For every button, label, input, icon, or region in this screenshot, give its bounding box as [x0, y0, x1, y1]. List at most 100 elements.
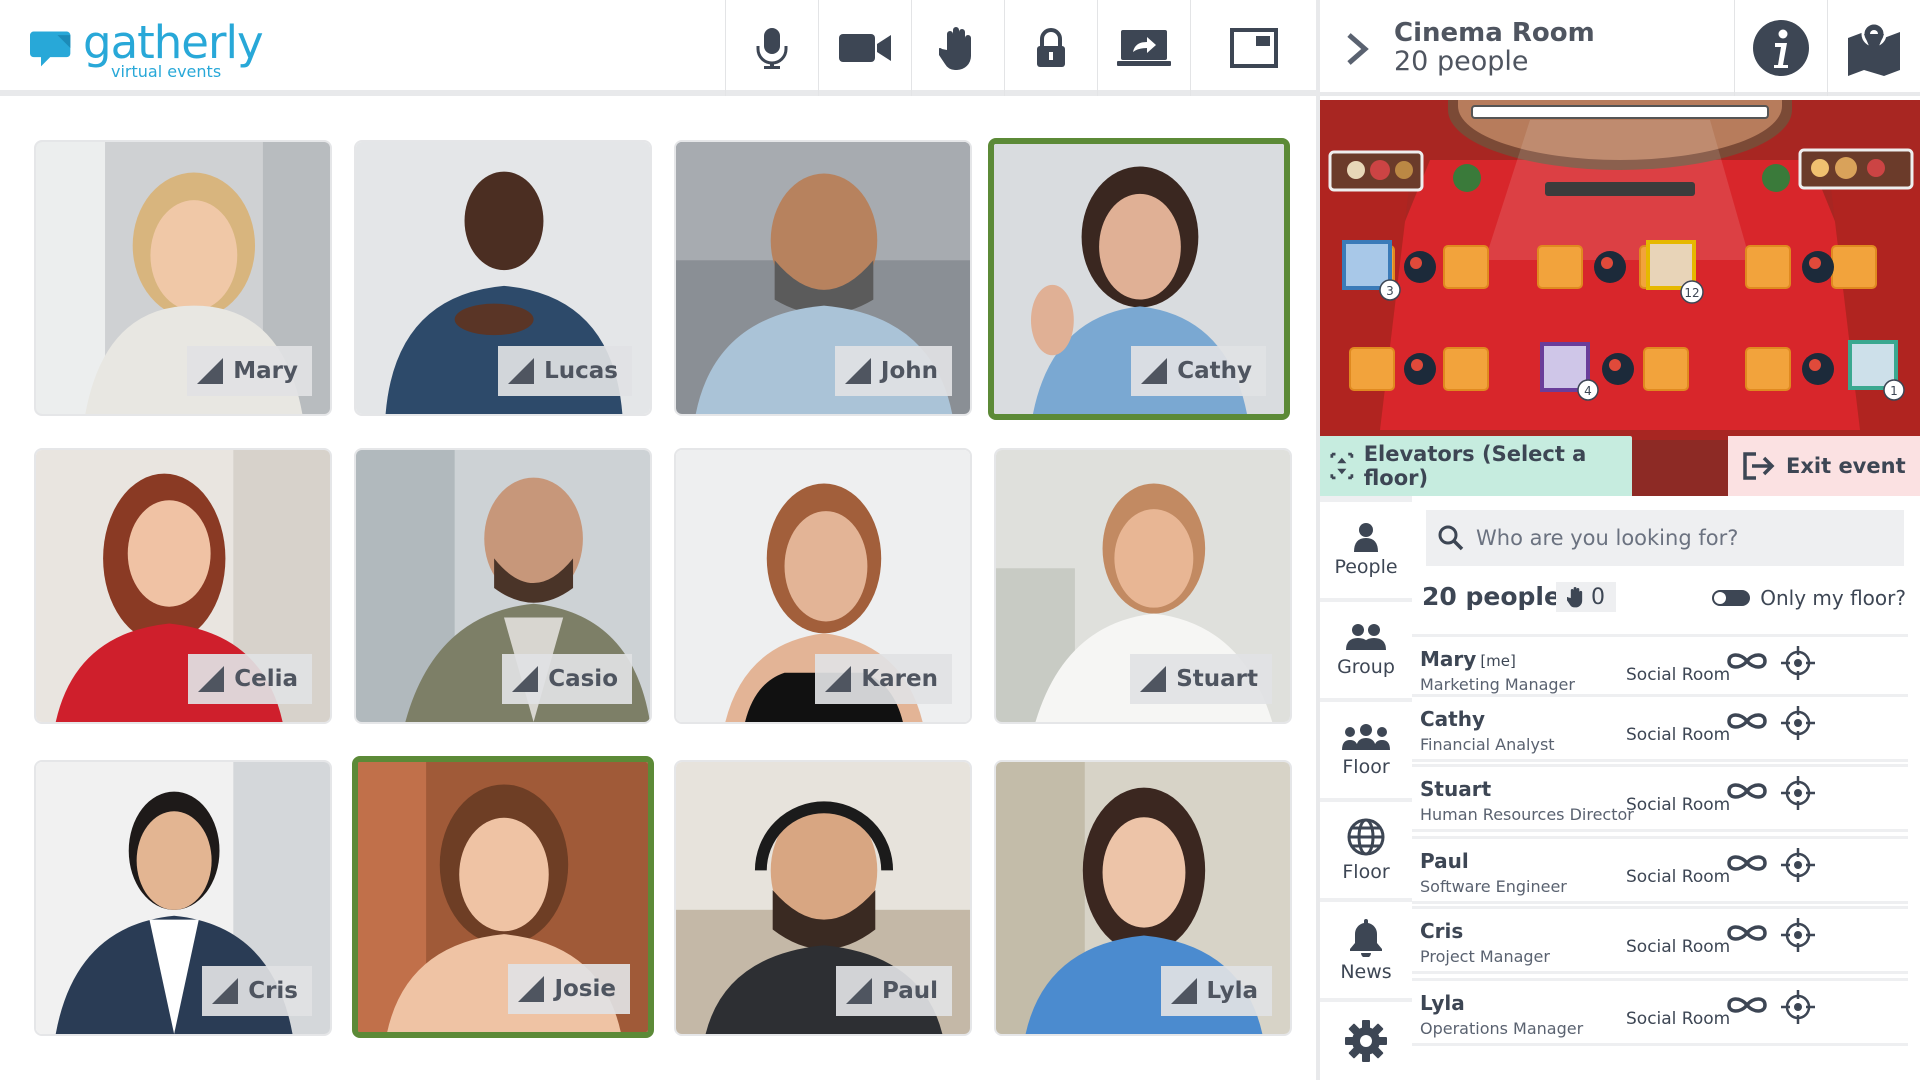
video-tile-karen[interactable]: Karen: [674, 448, 972, 724]
person-role: Software Engineer: [1420, 877, 1567, 896]
search-input[interactable]: [1476, 526, 1876, 550]
participant-nametag: Mary: [187, 346, 312, 396]
infinity-icon[interactable]: [1726, 921, 1768, 945]
video-tile-lyla[interactable]: Lyla: [994, 760, 1292, 1036]
list-item[interactable]: Lyla Operations Manager Social Room: [1412, 978, 1908, 1046]
video-tile-casio[interactable]: Casio: [354, 448, 652, 724]
room-people-count: 20 people: [1394, 46, 1529, 77]
toggle-label: Only my floor?: [1760, 586, 1906, 610]
video-tile-paul[interactable]: Paul: [674, 760, 972, 1036]
gear-icon: [1345, 1020, 1387, 1062]
seat-count-badge: 3: [1386, 284, 1394, 298]
share-screen-icon: [1117, 30, 1171, 66]
person-role: Project Manager: [1420, 947, 1550, 966]
chevron-right-icon[interactable]: [1346, 32, 1370, 66]
elevators-button[interactable]: Elevators (Select a floor): [1320, 436, 1632, 496]
list-item[interactable]: Cris Project Manager Social Room: [1412, 906, 1908, 974]
nav-people[interactable]: People: [1320, 502, 1412, 598]
person-role: Marketing Manager: [1420, 675, 1575, 694]
search-box[interactable]: [1426, 510, 1904, 566]
people-panel: People Group Floor Floor News Who are yo…: [1320, 496, 1920, 1080]
layout-button[interactable]: [1190, 0, 1316, 96]
video-grid: Mary Lucas John Cathy Celia Casio Karen …: [34, 138, 1296, 1038]
video-tile-lucas[interactable]: Lucas: [354, 140, 652, 416]
signal-icon: [844, 358, 871, 384]
hand-icon: [1567, 587, 1583, 608]
list-item[interactable]: Paul Software Engineer Social Room: [1412, 836, 1908, 904]
video-tile-celia[interactable]: Celia: [34, 448, 332, 724]
nav-news[interactable]: News: [1320, 902, 1412, 998]
nav-floor-globe[interactable]: Floor: [1320, 802, 1412, 898]
participant-nametag: Lyla: [1160, 966, 1272, 1016]
infinity-icon[interactable]: [1726, 851, 1768, 875]
signal-icon: [1140, 666, 1167, 692]
locate-target-icon[interactable]: [1780, 645, 1816, 681]
nav-settings[interactable]: [1320, 1002, 1412, 1080]
brand-tagline: virtual events: [111, 62, 222, 81]
participant-nametag: Paul: [835, 966, 952, 1016]
participant-nametag: Casio: [502, 654, 632, 704]
list-item[interactable]: Cathy Financial Analyst Social Room: [1412, 694, 1908, 762]
infinity-icon[interactable]: [1726, 993, 1768, 1017]
nav-group[interactable]: Group: [1320, 602, 1412, 698]
info-button[interactable]: [1734, 0, 1827, 96]
signal-icon: [508, 358, 535, 384]
raised-hands-count: 0: [1591, 584, 1605, 610]
participant-nametag: Karen: [815, 654, 952, 704]
participant-nametag: Stuart: [1130, 654, 1272, 704]
person-name: Cris: [1420, 919, 1464, 943]
list-item[interactable]: Mary [me] Marketing Manager Social Room: [1412, 634, 1908, 702]
list-item[interactable]: Stuart Human Resources Director Social R…: [1412, 764, 1908, 832]
locate-target-icon[interactable]: [1780, 847, 1816, 883]
share-screen-button[interactable]: [1097, 0, 1190, 96]
signal-icon: [518, 976, 545, 1002]
only-my-floor-toggle[interactable]: Only my floor?: [1712, 586, 1906, 610]
video-tile-john[interactable]: John: [674, 140, 972, 416]
video-tile-cris[interactable]: Cris: [34, 760, 332, 1036]
infinity-icon[interactable]: [1726, 779, 1768, 803]
locate-target-icon[interactable]: [1780, 989, 1816, 1025]
nav-floor-people[interactable]: Floor: [1320, 702, 1412, 798]
signal-icon: [212, 978, 239, 1004]
person-role: Human Resources Director: [1420, 805, 1634, 824]
infinity-icon[interactable]: [1726, 709, 1768, 733]
person-name: Stuart: [1420, 777, 1492, 801]
infinity-icon[interactable]: [1726, 649, 1768, 673]
exit-event-button[interactable]: Exit event: [1728, 436, 1920, 496]
people-list-pane: 20 people 0 Only my floor? Mary[me] Mark…: [1412, 496, 1920, 1080]
video-camera-icon: [839, 34, 891, 62]
person-name: Cathy: [1420, 707, 1486, 731]
participant-nametag: Cris: [202, 966, 312, 1016]
person-room: Social Room: [1626, 867, 1731, 887]
top-toolbar: gatherly virtual events: [0, 0, 1316, 96]
video-tile-cathy[interactable]: Cathy: [988, 138, 1290, 420]
map-button[interactable]: [1827, 0, 1920, 96]
video-tile-josie[interactable]: Josie: [352, 756, 654, 1038]
room-name: Cinema Room: [1394, 18, 1595, 48]
person-role: Financial Analyst: [1420, 735, 1555, 754]
locate-target-icon[interactable]: [1780, 917, 1816, 953]
person-room: Social Room: [1626, 1009, 1731, 1029]
participant-nametag: John: [834, 346, 952, 396]
elevators-label: Elevators (Select a floor): [1363, 442, 1587, 490]
camera-button[interactable]: [818, 0, 911, 96]
microphone-button[interactable]: [725, 0, 818, 96]
lock-button[interactable]: [1004, 0, 1097, 96]
toggle-switch[interactable]: [1712, 590, 1751, 606]
raised-hands-counter: 0: [1556, 582, 1616, 612]
raise-hand-button[interactable]: [911, 0, 1004, 96]
chat-bubble-logo-icon: [30, 31, 71, 67]
locate-target-icon[interactable]: [1780, 775, 1816, 811]
participant-nametag: Cathy: [1131, 346, 1266, 396]
seat-count-badge: 4: [1584, 384, 1592, 398]
locate-target-icon[interactable]: [1780, 705, 1816, 741]
participant-nametag: Lucas: [498, 346, 632, 396]
map-actions: Elevators (Select a floor) Exit event: [1320, 436, 1920, 496]
video-tile-stuart[interactable]: Stuart: [994, 448, 1292, 724]
info-icon: [1753, 20, 1809, 76]
video-tile-mary[interactable]: Mary: [34, 140, 332, 416]
globe-icon: [1347, 818, 1385, 856]
signal-icon: [825, 666, 852, 692]
person-room: Social Room: [1626, 665, 1731, 685]
signal-icon: [198, 666, 225, 692]
